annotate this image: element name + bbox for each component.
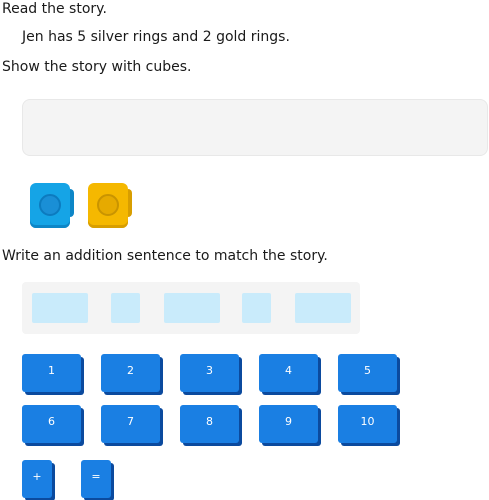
blue-cube[interactable] — [30, 183, 74, 230]
answer-slot-addend-1[interactable] — [32, 293, 88, 323]
addition-sentence-panel — [22, 282, 360, 334]
tile-10[interactable]: 10 — [338, 405, 397, 443]
tile-9[interactable]: 9 — [259, 405, 318, 443]
cube-drop-zone[interactable] — [22, 99, 488, 156]
story-text: Jen has 5 silver rings and 2 gold rings. — [22, 29, 290, 45]
tile-8[interactable]: 8 — [180, 405, 239, 443]
answer-slot-operator-2[interactable] — [242, 293, 271, 323]
tile-2[interactable]: 2 — [101, 354, 160, 392]
tile-equals[interactable]: = — [81, 460, 111, 498]
tile-4[interactable]: 4 — [259, 354, 318, 392]
tile-3[interactable]: 3 — [180, 354, 239, 392]
tile-5[interactable]: 5 — [338, 354, 397, 392]
cube-hole — [39, 194, 61, 216]
gold-cube[interactable] — [88, 183, 132, 230]
answer-slot-addend-2[interactable] — [164, 293, 220, 323]
answer-slot-operator-1[interactable] — [111, 293, 140, 323]
instruction-read: Read the story. — [2, 1, 107, 17]
instruction-write: Write an addition sentence to match the … — [2, 248, 328, 264]
tile-7[interactable]: 7 — [101, 405, 160, 443]
instruction-show: Show the story with cubes. — [2, 59, 192, 75]
answer-slot-sum[interactable] — [295, 293, 351, 323]
tile-1[interactable]: 1 — [22, 354, 81, 392]
cube-hole — [97, 194, 119, 216]
tile-6[interactable]: 6 — [22, 405, 81, 443]
tile-plus[interactable]: + — [22, 460, 52, 498]
